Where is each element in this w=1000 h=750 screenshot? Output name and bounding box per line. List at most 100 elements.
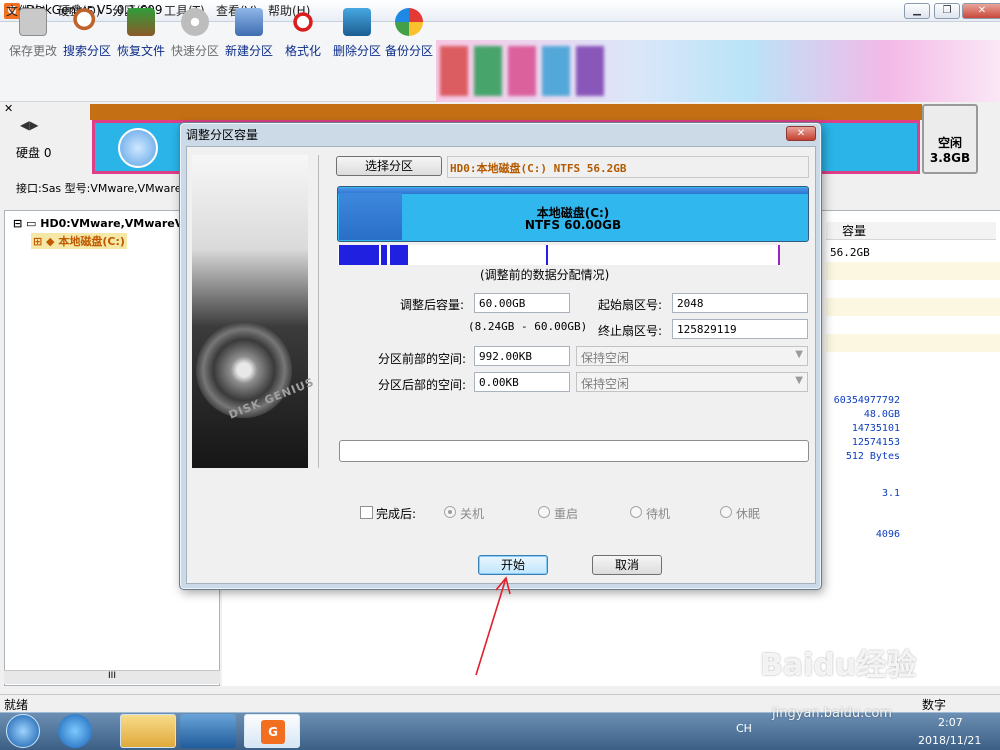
restore-icon[interactable]: ❐ bbox=[934, 3, 960, 19]
save-icon bbox=[19, 8, 47, 36]
banner-graphic bbox=[508, 46, 536, 96]
status-text: 就绪 bbox=[4, 698, 29, 712]
space-after-select[interactable]: 保持空闲 ▼ bbox=[576, 372, 808, 392]
tree-horizontal-scrollbar[interactable]: III bbox=[4, 670, 220, 684]
capacity-column-header[interactable]: 容量 bbox=[826, 222, 996, 240]
data-block bbox=[390, 245, 408, 265]
banner-graphic bbox=[474, 46, 502, 96]
expand-icon[interactable]: ⊟ ▭ bbox=[13, 217, 40, 230]
space-before-label: 分区前部的空间: bbox=[377, 352, 466, 366]
space-after-label: 分区后部的空间: bbox=[377, 378, 466, 392]
radio-standby-label: 待机 bbox=[646, 507, 671, 521]
start-button[interactable] bbox=[6, 714, 40, 748]
close-icon[interactable]: ✕ bbox=[4, 102, 13, 115]
format-button[interactable]: 格式化 bbox=[276, 4, 330, 60]
table-row-stripe bbox=[826, 262, 1000, 280]
selected-partition-field: HD0:本地磁盘(C:) NTFS 56.2GB bbox=[447, 156, 809, 178]
radio-standby[interactable] bbox=[630, 506, 642, 518]
internet-explorer-icon[interactable] bbox=[58, 714, 92, 748]
data-block bbox=[778, 245, 780, 265]
sector-size-value: 512 Bytes bbox=[845, 451, 900, 462]
drive-icon: ⊞ ◆ bbox=[33, 235, 59, 248]
radio-restart[interactable] bbox=[538, 506, 550, 518]
progress-bar bbox=[339, 440, 809, 462]
new-size-label: 调整后容量: bbox=[399, 298, 464, 312]
radio-shutdown-label: 关机 bbox=[460, 507, 485, 521]
partition-bar-highlight bbox=[338, 188, 808, 194]
save-changes-button[interactable]: 保存更改 bbox=[6, 4, 60, 60]
data-block bbox=[381, 245, 387, 265]
disk-label: 硬盘 0 bbox=[16, 146, 52, 160]
space-before-input[interactable]: 992.00KB bbox=[474, 346, 570, 366]
ntfs-version-value: 3.1 bbox=[881, 488, 900, 499]
start-sector-input[interactable]: 2048 bbox=[672, 293, 808, 313]
disk-nav-arrows-icon[interactable]: ◀▶ bbox=[20, 118, 38, 132]
partition-fs-size: NTFS 60.00GB bbox=[524, 218, 622, 232]
banner-graphic bbox=[576, 46, 604, 96]
numlock-indicator: 数字 bbox=[922, 698, 947, 712]
used-space-value: 48.0GB bbox=[863, 409, 900, 420]
end-sector-label: 终止扇区号: bbox=[597, 324, 662, 338]
close-icon[interactable]: ✕ bbox=[962, 3, 1000, 19]
magnifier-icon bbox=[73, 8, 101, 36]
close-icon[interactable]: ✕ bbox=[786, 126, 816, 141]
banner-graphic bbox=[542, 46, 570, 96]
tree-item-c-drive[interactable]: ⊞ ◆ 本地磁盘(C:) bbox=[31, 233, 127, 249]
delete-partition-button[interactable]: 删除分区 bbox=[330, 4, 384, 60]
minimize-icon[interactable]: ▁ bbox=[904, 3, 930, 19]
radio-hibernate[interactable] bbox=[720, 506, 732, 518]
chevron-down-icon: ▼ bbox=[795, 375, 803, 386]
radio-shutdown[interactable] bbox=[444, 506, 456, 518]
banner-ad[interactable] bbox=[436, 40, 1000, 102]
banner-graphic bbox=[440, 46, 468, 96]
hard-disk-illustration bbox=[192, 155, 308, 468]
annotation-arrow-icon bbox=[475, 576, 511, 676]
language-indicator[interactable]: CH bbox=[736, 722, 752, 735]
new-partition-icon bbox=[235, 8, 263, 36]
tree-item-hd0[interactable]: ⊟ ▭ HD0:VMware,VMwareVi bbox=[13, 217, 187, 230]
end-sector-input[interactable]: 125829119 bbox=[672, 319, 808, 339]
delete-icon bbox=[343, 8, 371, 36]
data-block bbox=[339, 245, 379, 265]
backup-icon bbox=[395, 8, 423, 36]
media-player-icon[interactable] bbox=[180, 714, 236, 748]
capacity-value: 56.2GB bbox=[830, 246, 870, 259]
table-row-stripe bbox=[826, 298, 1000, 316]
format-icon bbox=[289, 8, 317, 36]
quick-partition-icon bbox=[181, 8, 209, 36]
new-partition-button[interactable]: 新建分区 bbox=[222, 4, 276, 60]
space-after-input[interactable]: 0.00KB bbox=[474, 372, 570, 392]
distribution-caption: (调整前的数据分配情况) bbox=[480, 268, 610, 282]
clock-date[interactable]: 2018/11/21 bbox=[918, 734, 981, 747]
after-done-checkbox[interactable] bbox=[360, 506, 373, 519]
cluster-size-value: 4096 bbox=[875, 529, 900, 540]
table-row-stripe bbox=[826, 334, 1000, 352]
dialog-title: 调整分区容量 bbox=[186, 128, 259, 142]
after-done-label: 完成后: bbox=[376, 507, 417, 521]
total-clusters-value: 14735101 bbox=[851, 423, 900, 434]
start-sector-label: 起始扇区号: bbox=[597, 298, 662, 312]
diskgenius-task-icon[interactable]: G bbox=[244, 714, 300, 748]
windows-logo-icon bbox=[118, 128, 158, 168]
disk-strip bbox=[90, 104, 922, 120]
data-block bbox=[546, 245, 548, 265]
recover-icon bbox=[127, 8, 155, 36]
space-before-select[interactable]: 保持空闲 ▼ bbox=[576, 346, 808, 366]
file-explorer-icon[interactable] bbox=[120, 714, 176, 748]
select-partition-button[interactable]: 选择分区 bbox=[336, 156, 442, 176]
free-space-block[interactable]: 空闲 3.8GB bbox=[922, 104, 978, 174]
free-space-label: 空闲 bbox=[937, 136, 962, 150]
backup-partition-button[interactable]: 备份分区 bbox=[382, 4, 436, 60]
search-partition-button[interactable]: 搜索分区 bbox=[60, 4, 114, 60]
divider bbox=[318, 155, 319, 468]
total-bytes-value: 60354977792 bbox=[833, 395, 900, 406]
quick-partition-button[interactable]: 快速分区 bbox=[168, 4, 222, 60]
interface-label: 接口:Sas 型号:VMware,VMware bbox=[16, 182, 182, 195]
watermark-url: jingyan.baidu.com bbox=[772, 706, 892, 721]
chevron-down-icon: ▼ bbox=[795, 349, 803, 360]
free-clusters-value: 12574153 bbox=[851, 437, 900, 448]
recover-files-button[interactable]: 恢复文件 bbox=[114, 4, 168, 60]
cancel-button[interactable]: 取消 bbox=[592, 555, 662, 575]
radio-restart-label: 重启 bbox=[554, 507, 579, 521]
clock-time[interactable]: 2:07 bbox=[938, 716, 963, 729]
